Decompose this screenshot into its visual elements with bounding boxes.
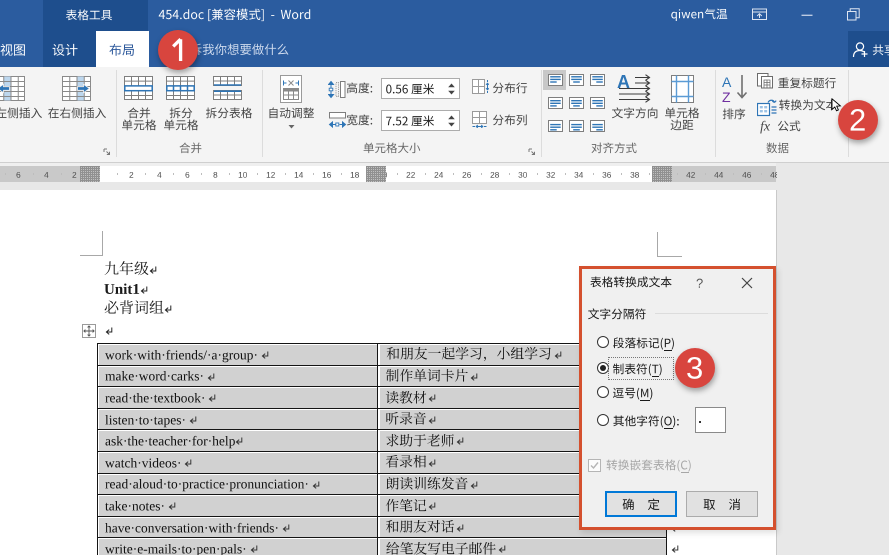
svg-text:A: A xyxy=(722,74,732,90)
svg-text:Z: Z xyxy=(722,89,731,105)
